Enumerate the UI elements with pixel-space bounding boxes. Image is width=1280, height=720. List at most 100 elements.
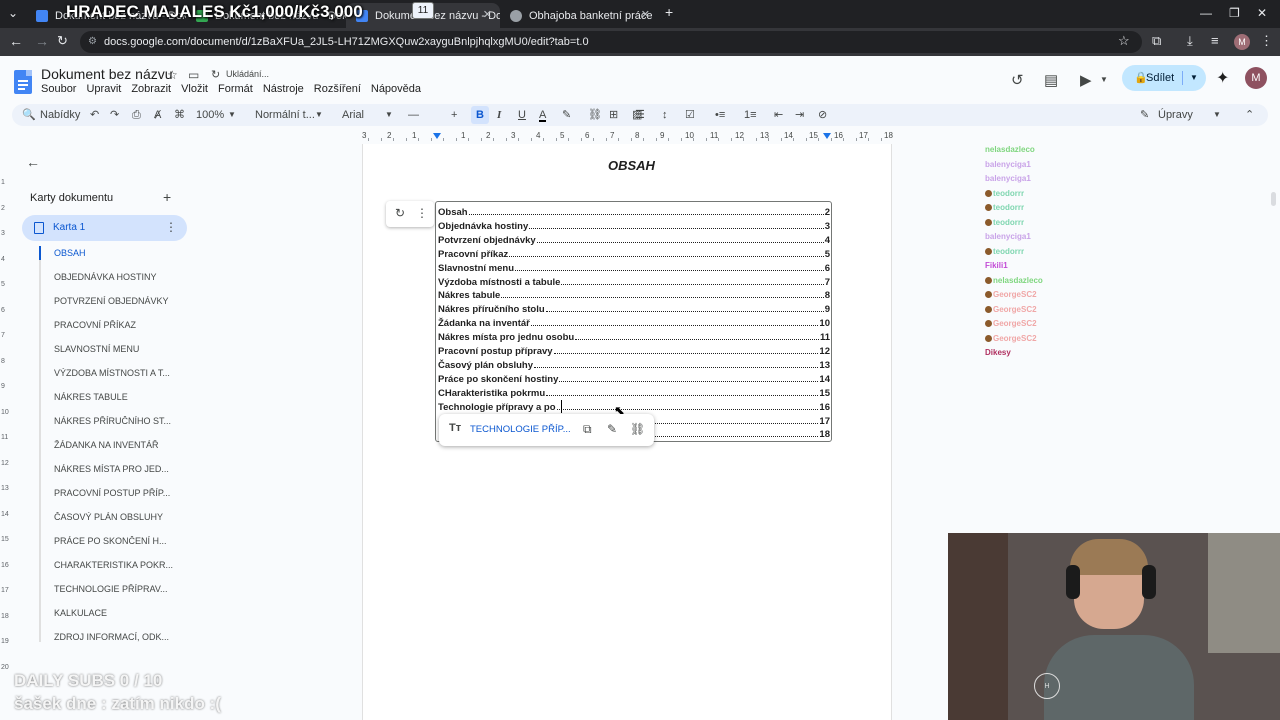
- document-title[interactable]: Dokument bez názvu: [41, 66, 173, 82]
- toc-entry[interactable]: Nákres příručního stolu 9: [438, 301, 830, 315]
- style-select[interactable]: Normální t...: [255, 106, 315, 124]
- close-tab-icon[interactable]: ✕: [483, 8, 492, 21]
- close-window-icon[interactable]: ✕: [1257, 6, 1267, 20]
- toc-entry[interactable]: Potvrzení objednávky 4: [438, 232, 830, 246]
- increase-font-icon[interactable]: +: [451, 106, 457, 124]
- copy-link-icon[interactable]: ⧉: [583, 422, 592, 437]
- outline-item[interactable]: NÁKRES PŘÍRUČNÍHO ST...: [54, 416, 184, 426]
- menu-insert[interactable]: Vložit: [181, 83, 208, 95]
- more-options-icon[interactable]: ⋮: [165, 220, 177, 234]
- outline-item[interactable]: PRACOVNÍ PŘÍKAZ: [54, 320, 184, 330]
- font-select[interactable]: Arial: [342, 106, 364, 124]
- mode-select[interactable]: Úpravy: [1158, 106, 1193, 124]
- toc-more-icon[interactable]: ⋮: [416, 206, 428, 220]
- outline-item[interactable]: NÁKRES TABULE: [54, 392, 184, 402]
- highlight-icon[interactable]: ✎: [562, 106, 571, 124]
- bookmark-star-icon[interactable]: ☆: [1118, 33, 1130, 49]
- remove-link-icon[interactable]: ⛓: [630, 422, 645, 436]
- collapse-menus-icon[interactable]: ⌃: [1245, 106, 1254, 124]
- toc-entry[interactable]: Technologie přípravy a po 16: [438, 399, 830, 413]
- add-tab-icon[interactable]: +: [163, 189, 171, 205]
- outline-item[interactable]: TECHNOLOGIE PŘÍPRAV...: [54, 584, 184, 594]
- menu-extensions[interactable]: Rozšíření: [314, 83, 361, 95]
- edit-mode-icon[interactable]: ✎: [1140, 106, 1149, 124]
- underline-icon[interactable]: U: [518, 106, 526, 124]
- toc-entry[interactable]: Práce po skončení hostiny 14: [438, 371, 830, 385]
- zoom-select[interactable]: 100%: [196, 106, 224, 124]
- new-tab-icon[interactable]: +: [665, 4, 673, 20]
- site-info-icon[interactable]: ⚙: [88, 31, 97, 53]
- user-avatar[interactable]: M: [1245, 67, 1267, 89]
- search-menus-label[interactable]: Nabídky: [40, 106, 80, 124]
- toc-entry[interactable]: Pracovní příkaz 5: [438, 246, 830, 260]
- back-icon[interactable]: ←: [9, 33, 23, 49]
- close-outline-icon[interactable]: ←: [26, 154, 40, 170]
- edit-link-icon[interactable]: ✎: [607, 422, 617, 436]
- downloads-icon[interactable]: ⤓: [1187, 33, 1193, 49]
- browser-tab-4[interactable]: Obhajoba banketní práce ✕: [500, 3, 658, 28]
- menu-edit[interactable]: Upravit: [86, 83, 121, 95]
- outline-item[interactable]: SLAVNOSTNÍ MENU: [54, 344, 184, 354]
- meet-icon[interactable]: ▶: [1080, 71, 1092, 89]
- menu-file[interactable]: Soubor: [41, 83, 76, 95]
- toc-entry[interactable]: Nákres místa pro jednu osobu 11: [438, 329, 830, 343]
- chevron-down-icon[interactable]: ▼: [1100, 75, 1108, 84]
- toc-entry[interactable]: Pracovní postup přípravy 12: [438, 343, 830, 357]
- undo-icon[interactable]: ↶: [90, 106, 99, 124]
- maximize-icon[interactable]: ❐: [1229, 6, 1240, 20]
- toc-entry[interactable]: Časový plán obsluhy 13: [438, 357, 830, 371]
- link-target[interactable]: TECHNOLOGIE PŘÍP...: [470, 424, 571, 435]
- outline-item[interactable]: VÝZDOBA MÍSTNOSTI A T...: [54, 368, 184, 378]
- outline-item[interactable]: POTVRZENÍ OBJEDNÁVKY: [54, 296, 184, 306]
- outline-item[interactable]: ŽÁDANKA NA INVENTÁŘ: [54, 440, 184, 450]
- toc-entry[interactable]: Výzdoba místnosti a tabule 7: [438, 274, 830, 288]
- clear-format-icon[interactable]: ⊘: [818, 106, 827, 124]
- url-omnibox[interactable]: ⚙ docs.google.com/document/d/1zBaXFUa_2J…: [80, 31, 1142, 53]
- outline-item[interactable]: PRACOVNÍ POSTUP PŘÍP...: [54, 488, 184, 498]
- redo-icon[interactable]: ↷: [110, 106, 119, 124]
- chevron-down-icon[interactable]: ▼: [1213, 106, 1221, 124]
- text-color-icon[interactable]: A: [539, 106, 547, 122]
- chevron-down-icon[interactable]: ▼: [228, 106, 236, 124]
- gemini-icon[interactable]: ✦: [1216, 68, 1229, 88]
- outline-item[interactable]: CHARAKTERISTIKA POKR...: [54, 560, 184, 570]
- docs-logo-icon[interactable]: [14, 70, 32, 94]
- chevron-down-icon[interactable]: ▼: [315, 106, 323, 124]
- comments-icon[interactable]: ▤: [1044, 71, 1058, 89]
- outline-item[interactable]: ČASOVÝ PLÁN OBSLUHY: [54, 512, 184, 522]
- move-folder-icon[interactable]: ▭: [188, 68, 199, 82]
- menu-view[interactable]: Zobrazit: [131, 83, 171, 95]
- tab-search-icon[interactable]: ⌄: [8, 6, 18, 20]
- line-spacing-icon[interactable]: ↕: [662, 106, 668, 124]
- browser-menu-icon[interactable]: ⋮: [1260, 33, 1273, 49]
- share-button[interactable]: 🔒 Sdílet ▼: [1122, 65, 1206, 91]
- search-icon[interactable]: 🔍: [22, 106, 36, 124]
- chevron-down-icon[interactable]: ▼: [385, 106, 393, 124]
- outline-item[interactable]: NÁKRES MÍSTA PRO JED...: [54, 464, 184, 474]
- indent-marker-icon[interactable]: [433, 133, 441, 139]
- toc-entry[interactable]: Objednávka hostiny 3: [438, 218, 830, 232]
- refresh-toc-icon[interactable]: ↻: [395, 206, 405, 220]
- decrease-font-icon[interactable]: —: [408, 106, 419, 124]
- outline-item[interactable]: OBSAH: [54, 248, 184, 258]
- menu-tools[interactable]: Nástroje: [263, 83, 304, 95]
- version-history-icon[interactable]: ↺: [1011, 71, 1024, 89]
- profile-avatar[interactable]: M: [1234, 34, 1250, 50]
- toc-entry[interactable]: CHarakteristika pokrmu 15: [438, 385, 830, 399]
- toc-entry[interactable]: Obsah 2: [438, 204, 830, 218]
- add-comment-icon[interactable]: ⊞: [609, 106, 618, 124]
- right-indent-marker-icon[interactable]: [823, 133, 831, 139]
- decrease-indent-icon[interactable]: ⇤: [774, 106, 783, 124]
- spellcheck-icon[interactable]: Ⱥ: [154, 106, 161, 124]
- reload-icon[interactable]: ↻: [57, 33, 68, 49]
- star-icon[interactable]: ☆: [167, 68, 178, 82]
- close-tab-icon[interactable]: ✕: [641, 8, 650, 21]
- link-icon[interactable]: ⛓: [588, 106, 602, 124]
- align-icon[interactable]: ☰: [635, 106, 645, 124]
- print-icon[interactable]: ⎙: [132, 106, 141, 124]
- toc-entry[interactable]: Nákres tabule 8: [438, 287, 830, 301]
- outline-item[interactable]: OBJEDNÁVKA HOSTINY: [54, 272, 184, 282]
- chevron-down-icon[interactable]: ▼: [1190, 65, 1198, 91]
- font-size-input[interactable]: 11: [412, 2, 434, 19]
- bullet-list-icon[interactable]: •≡: [715, 106, 725, 124]
